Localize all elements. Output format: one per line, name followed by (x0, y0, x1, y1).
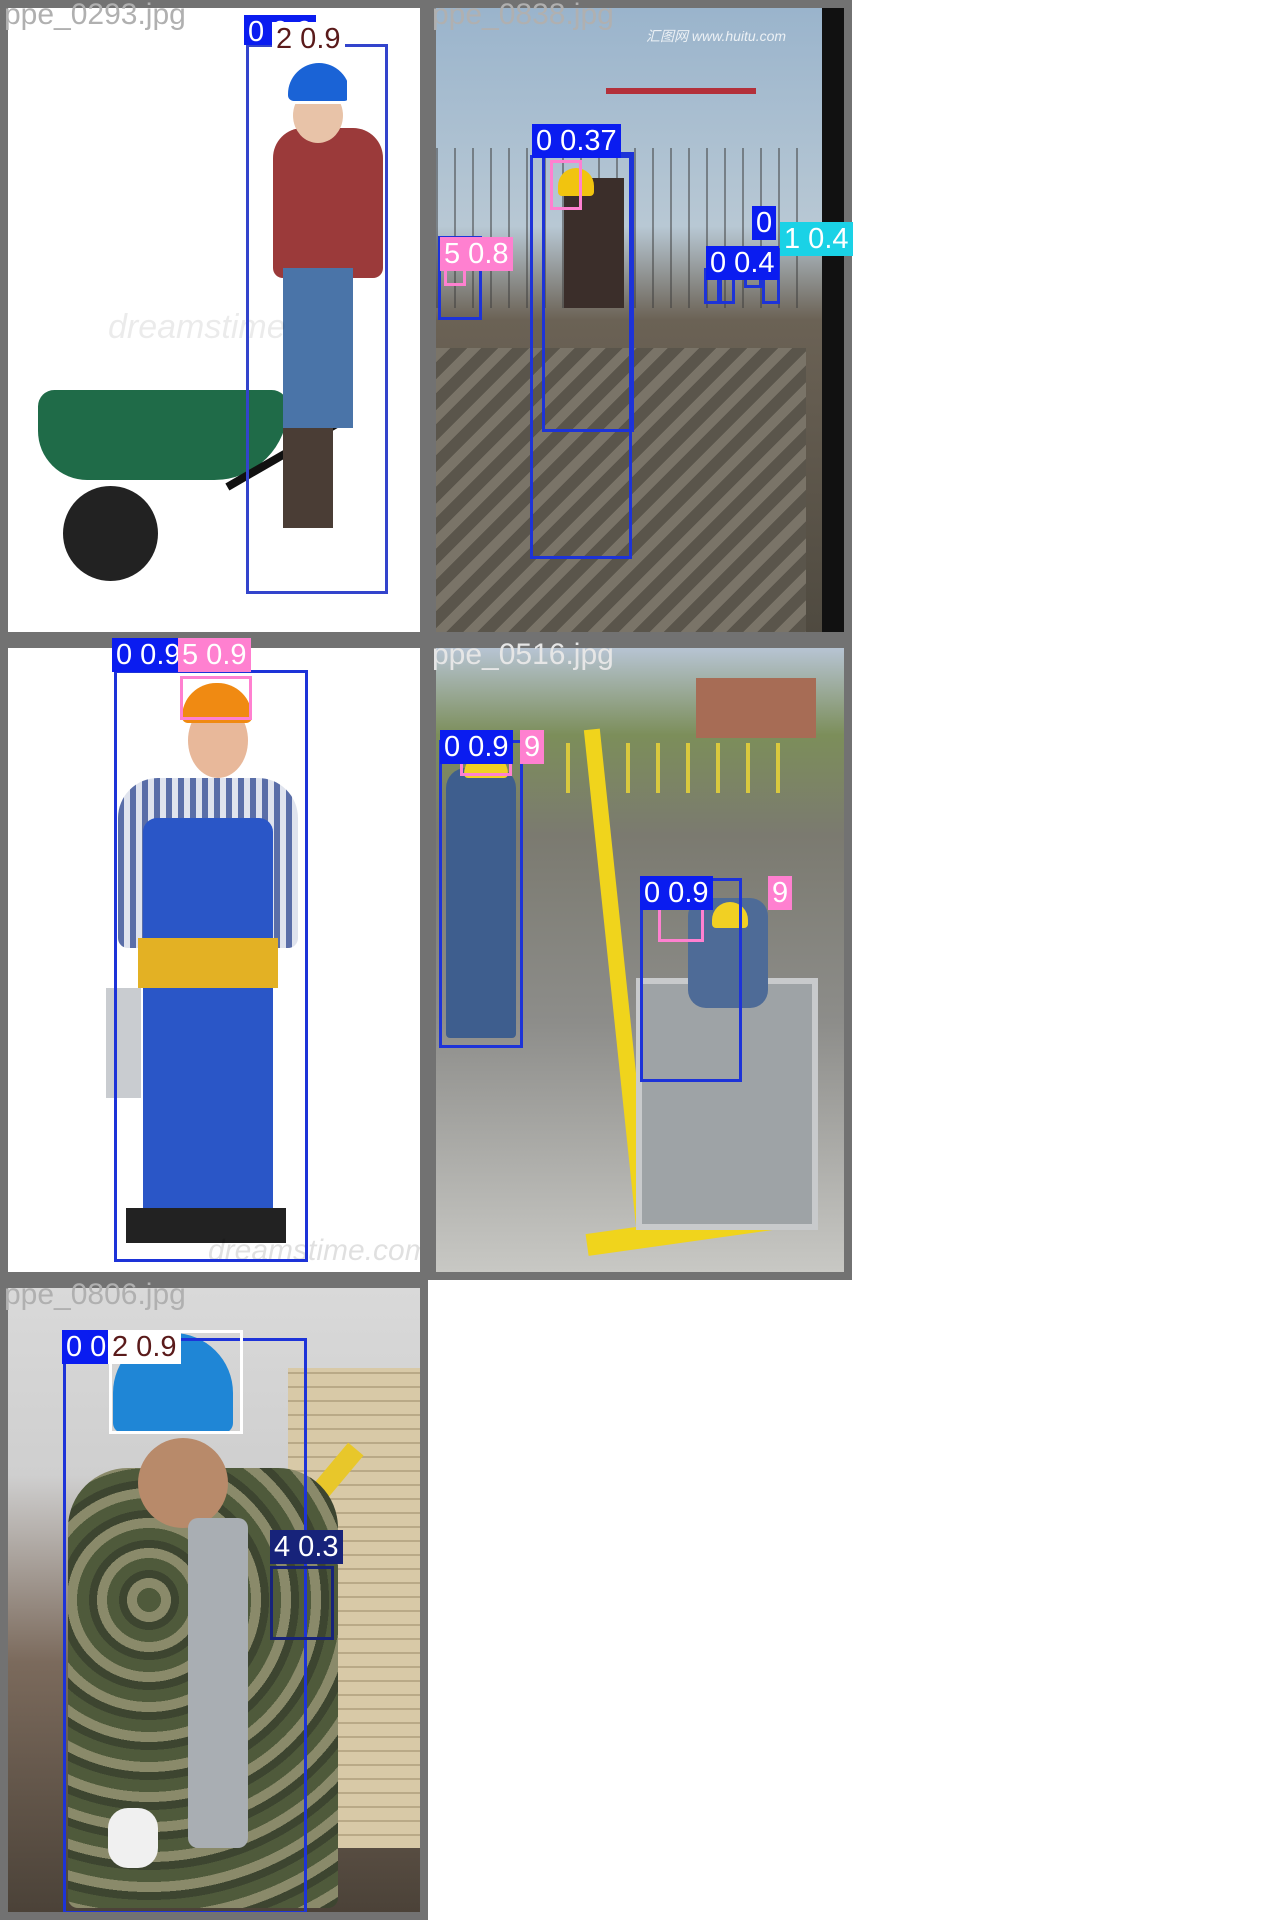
photo-ppe-0838: 汇图网 www.huitu.com (436, 8, 844, 632)
label-person: 0 0 (62, 1330, 111, 1364)
bbox-class-4 (270, 1566, 334, 1640)
bbox-person (114, 670, 308, 1262)
photo-ppe-0293: dreamstime (8, 8, 420, 632)
label-class-1: 1 0.4 (780, 222, 853, 256)
bbox-helmet (180, 676, 252, 720)
wheelbarrow-wheel (63, 486, 158, 581)
watermark: 汇图网 www.huitu.com (646, 28, 787, 44)
image-tile-5: 0 0 2 0.9 4 0.3 ppe_0806.jpg (0, 1278, 428, 1920)
bbox-vest (550, 160, 582, 210)
label-person-far: 0 0.4 (706, 246, 779, 280)
bbox-person (246, 44, 388, 594)
label-helmet: 5 0.9 (178, 638, 251, 672)
label-person-far-2: 0 (752, 206, 777, 240)
label-class-4: 4 0.3 (270, 1530, 343, 1564)
bbox-helmet (278, 58, 350, 104)
label-vest-left: 5 0.8 (440, 237, 513, 271)
label-person: 0 0.9 (112, 638, 185, 672)
label-helmet-left: 9 (520, 730, 545, 764)
label-person-main: 0 0.37 (532, 124, 621, 158)
label-helmet: 2 0.9 (272, 22, 345, 56)
building (696, 678, 816, 738)
image-tile-4: 0 0.9 9 0 0.9 9 ppe_0516.jpg (428, 638, 852, 1280)
label-person-right: 0 0.9 (640, 876, 713, 910)
black-border-strip (822, 8, 844, 632)
label-helmet: 2 0.9 (108, 1330, 181, 1364)
label-helmet-right: 9 (768, 876, 793, 910)
image-tile-3: dreamstime.com 0 0.9 5 0.9 ppe_0415.jpg (0, 638, 428, 1280)
image-tile-1: dreamstime 0 0.9 2 0.9 ppe_0293.jpg (0, 0, 428, 640)
image-tile-2: 汇图网 www.huitu.com 0 0.37 5 0.8 0 0.4 0 1… (428, 0, 853, 640)
photo-ppe-0806 (8, 1288, 420, 1912)
bbox-person-left (439, 740, 523, 1048)
crane (606, 88, 756, 94)
label-person-left: 0 0.9 (440, 730, 513, 764)
photo-ppe-0415: dreamstime.com (8, 648, 420, 1272)
